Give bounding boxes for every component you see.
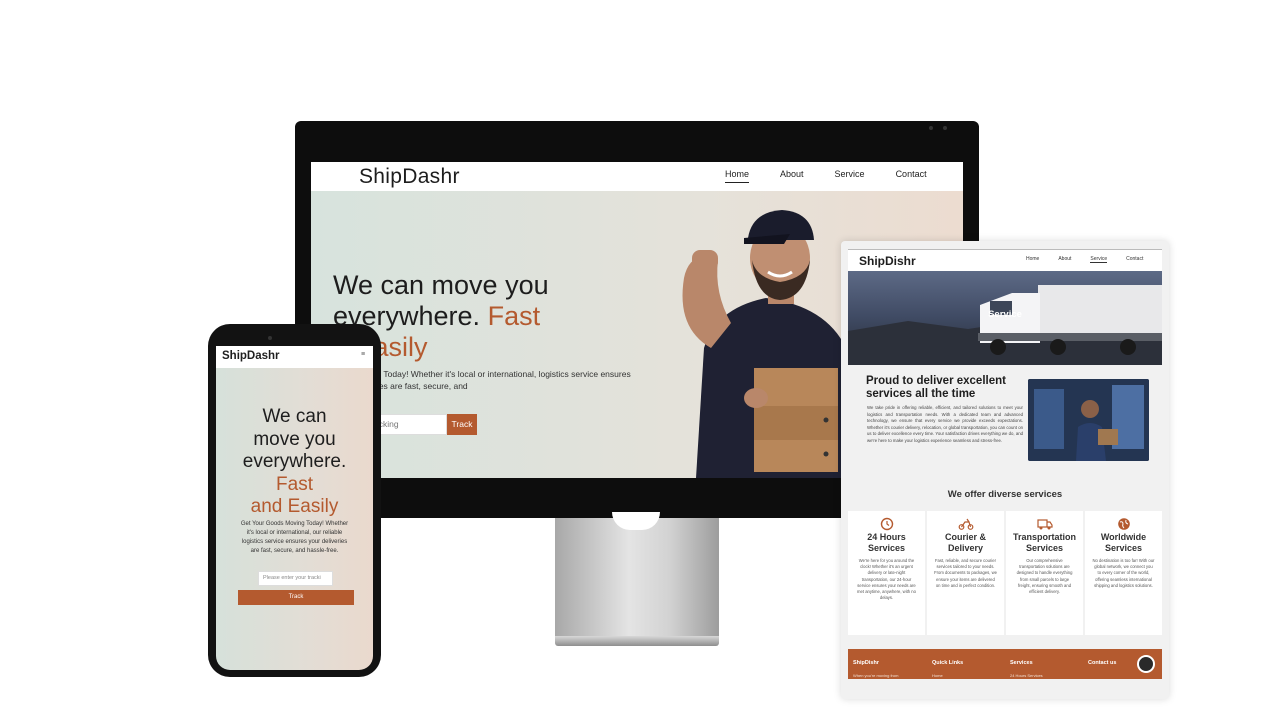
nav-link-contact[interactable]: Contact [896,169,927,183]
tablet-footer: ShipDishr Quick Links Services Contact u… [848,649,1162,679]
hamburger-menu-icon[interactable]: ≡ [361,351,365,358]
service-card-desc: Our comprehensive transportation solutio… [1016,558,1073,595]
phone-hero-title: We can move you everywhere. Fast and Eas… [242,406,347,517]
nav-link-about[interactable]: About [1058,256,1071,263]
nav-link-contact[interactable]: Contact [1126,256,1143,263]
tablet-logo[interactable]: ShipDishr [859,254,916,268]
services-section-title: We offer diverse services [947,489,1063,500]
footer-brand-text: When you're moving from [853,673,899,678]
service-card[interactable]: Courier & Delivery Fast, reliable, and s… [927,511,1004,635]
webcam-dot [929,126,933,130]
nav-link-service[interactable]: Service [1090,256,1108,263]
service-banner: Service [848,271,1162,365]
proud-body-text: We take pride in offering reliable, effi… [867,405,1023,443]
service-card[interactable]: Worldwide Services No destination is too… [1085,511,1162,635]
nav-link-service[interactable]: Service [835,169,865,183]
chat-bubble-icon[interactable] [1137,655,1155,673]
monitor-stand [555,518,719,636]
courier-van-image [1028,379,1149,461]
truck-icon [1006,517,1083,531]
proud-heading: Proud to deliver excellent services all … [866,375,1006,400]
footer-col-brand: ShipDishr [853,660,879,666]
nav-link-home[interactable]: Home [725,169,750,183]
phone-logo[interactable]: ShipDashr [222,350,280,362]
footer-link-home[interactable]: Home [932,673,943,678]
phone-track-button[interactable]: Track [238,590,354,605]
clock-icon [848,517,925,531]
service-card-desc: Fast, reliable, and secure courier servi… [934,558,997,588]
footer-col-quick-links: Quick Links [932,660,964,666]
footer-col-services: Services [1010,660,1033,666]
service-card-title: Courier & Delivery [944,532,986,553]
phone-hero-description: Get Your Goods Moving Today! Whether it'… [240,521,349,554]
service-card[interactable]: 24 Hours Services We're here for you aro… [848,511,925,635]
desktop-nav-links: Home About Service Contact [725,169,927,183]
phone-tracking-input[interactable]: Please enter your tracki [258,571,333,586]
service-card-title: 24 Hours Services [867,532,906,553]
phone-navbar: ShipDashr ≡ [216,346,373,368]
service-card-desc: No destination is too far! With our glob… [1092,558,1155,588]
service-card-title: Worldwide Services [1100,532,1147,553]
service-card-desc: We're here for you around the clock! Whe… [857,558,916,601]
nav-link-home[interactable]: Home [1026,256,1039,263]
desktop-track-button[interactable]: Track [447,414,477,435]
service-card[interactable]: Transportation Services Our comprehensiv… [1006,511,1083,635]
desktop-logo[interactable]: ShipDashr [359,165,460,189]
tablet-navbar: ShipDishr Home About Service Contact [848,249,1162,271]
desktop-navbar: ShipDashr Home About Service Contact [311,162,963,191]
phone-camera [268,336,272,340]
service-card-title: Transportation Services [1012,532,1076,553]
footer-link-service[interactable]: 24 Hours Services [1010,673,1043,678]
phone-screen: ShipDashr ≡ We can move you everywhere. … [216,346,373,670]
tablet-mockup: ShipDishr Home About Service Contact Ser… [841,241,1169,699]
nav-link-about[interactable]: About [780,169,804,183]
services-cards: 24 Hours Services We're here for you aro… [848,511,1162,635]
scooter-icon [927,517,1004,531]
webcam-dot [943,126,947,130]
footer-col-contact: Contact us [1088,660,1117,666]
globe-icon [1085,517,1162,531]
tablet-nav-links: Home About Service Contact [1026,256,1143,263]
service-banner-title: Service [988,309,1022,320]
monitor-stand-base [555,636,719,646]
